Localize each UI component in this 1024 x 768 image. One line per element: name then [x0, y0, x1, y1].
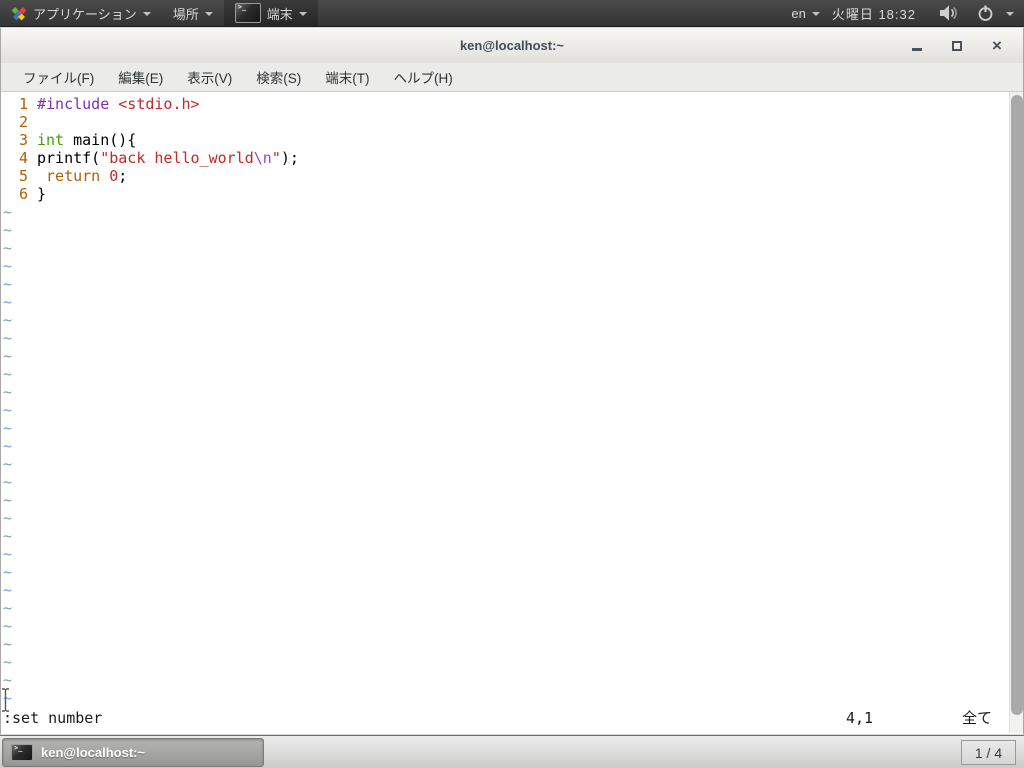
app-menu-terminal[interactable]: 端末: [224, 0, 318, 26]
titlebar[interactable]: ken@localhost:~ ×: [1, 28, 1023, 63]
line-number: 3: [1, 131, 28, 149]
line-number: 5: [1, 167, 28, 185]
terminal-icon: [11, 744, 33, 761]
menu-terminal[interactable]: 端末(T): [313, 62, 381, 92]
chevron-down-icon: [143, 12, 151, 16]
empty-line-tilde: ~: [1, 437, 1009, 455]
clock[interactable]: 火曜日 18:32: [832, 4, 916, 23]
desktop: アプリケーション 場所 端末 en 火曜日 18:32: [0, 0, 1024, 768]
empty-line-tilde: ~: [1, 275, 1009, 293]
vim-command-line: :set number: [3, 709, 102, 727]
vim-ruler-position: 4,1: [846, 709, 873, 727]
window-title: ken@localhost:~: [460, 38, 564, 53]
code-line: 3int main(){: [1, 131, 1009, 149]
close-button[interactable]: ×: [977, 33, 1017, 59]
app-menu-label: 端末: [267, 4, 293, 23]
empty-line-tilde: ~: [1, 599, 1009, 617]
chevron-down-icon: [299, 12, 307, 16]
minimize-icon: [912, 48, 922, 51]
applications-label: アプリケーション: [33, 4, 137, 23]
line-number: 6: [1, 185, 28, 203]
code-line: 1#include <stdio.h>: [1, 95, 1009, 113]
empty-line-tilde: ~: [1, 491, 1009, 509]
empty-line-tilde: ~: [1, 545, 1009, 563]
taskbar-window-button[interactable]: ken@localhost:~: [2, 738, 264, 767]
empty-line-tilde: ~: [1, 311, 1009, 329]
mouse-cursor-ibeam: [1, 688, 10, 712]
empty-line-tilde: ~: [1, 473, 1009, 491]
line-number: 4: [1, 149, 28, 167]
close-icon: ×: [992, 37, 1002, 54]
vim-buffer: 1#include <stdio.h>23int main(){4printf(…: [1, 95, 1009, 707]
places-label: 場所: [173, 4, 199, 23]
empty-line-tilde: ~: [1, 581, 1009, 599]
empty-line-tilde: ~: [1, 563, 1009, 581]
empty-line-tilde: ~: [1, 455, 1009, 473]
line-number: 2: [1, 113, 28, 131]
maximize-icon: [952, 41, 962, 51]
workspace-indicator-label: 1 / 4: [975, 745, 1002, 761]
vim-statusline: :set number 4,1 全て: [1, 709, 1009, 727]
taskbar: ken@localhost:~ 1 / 4: [0, 735, 1024, 768]
empty-line-tilde: ~: [1, 257, 1009, 275]
empty-line-tilde: ~: [1, 347, 1009, 365]
taskbar-window-label: ken@localhost:~: [41, 745, 145, 760]
minimize-button[interactable]: [897, 33, 937, 59]
empty-line-tilde: ~: [1, 203, 1009, 221]
chevron-down-icon: [205, 12, 213, 16]
empty-line-tilde: ~: [1, 635, 1009, 653]
menu-view[interactable]: 表示(V): [175, 62, 244, 92]
code-line: 6}: [1, 185, 1009, 203]
menu-edit[interactable]: 編集(E): [106, 62, 175, 92]
chevron-down-icon[interactable]: [1006, 12, 1014, 16]
line-number: 1: [1, 95, 28, 113]
vim-ruler-scroll: 全て: [962, 709, 992, 727]
code-line: 2: [1, 113, 1009, 131]
empty-line-tilde: ~: [1, 653, 1009, 671]
scrollbar-thumb[interactable]: [1011, 95, 1023, 715]
scrollbar[interactable]: [1009, 92, 1023, 733]
volume-icon[interactable]: [940, 5, 959, 21]
places-menu[interactable]: 場所: [162, 0, 224, 26]
empty-line-tilde: ~: [1, 617, 1009, 635]
menubar: ファイル(F) 編集(E) 表示(V) 検索(S) 端末(T) ヘルプ(H): [1, 63, 1023, 92]
empty-line-tilde: ~: [1, 293, 1009, 311]
empty-line-tilde: ~: [1, 671, 1009, 689]
menu-help[interactable]: ヘルプ(H): [382, 62, 465, 92]
terminal-icon: [235, 3, 261, 23]
chevron-down-icon: [812, 12, 820, 16]
maximize-button[interactable]: [937, 33, 977, 59]
empty-line-tilde: ~: [1, 689, 1009, 707]
top-panel: アプリケーション 場所 端末 en 火曜日 18:32: [0, 0, 1024, 27]
empty-line-tilde: ~: [1, 509, 1009, 527]
applications-icon: [11, 5, 27, 21]
empty-line-tilde: ~: [1, 527, 1009, 545]
menu-file[interactable]: ファイル(F): [11, 62, 106, 92]
empty-line-tilde: ~: [1, 401, 1009, 419]
empty-line-tilde: ~: [1, 329, 1009, 347]
empty-line-tilde: ~: [1, 383, 1009, 401]
empty-line-tilde: ~: [1, 365, 1009, 383]
empty-line-tilde: ~: [1, 221, 1009, 239]
workspace-switcher[interactable]: 1 / 4: [961, 740, 1016, 765]
vim-editor-area[interactable]: 1#include <stdio.h>23int main(){4printf(…: [1, 92, 1023, 733]
keyboard-layout-label: en: [791, 6, 805, 21]
empty-line-tilde: ~: [1, 419, 1009, 437]
menu-search[interactable]: 検索(S): [244, 62, 313, 92]
power-icon[interactable]: [977, 5, 994, 22]
applications-menu[interactable]: アプリケーション: [0, 0, 162, 26]
empty-line-tilde: ~: [1, 239, 1009, 257]
terminal-window: ken@localhost:~ × ファイル(F) 編集(E) 表示(V) 検索…: [0, 28, 1024, 734]
code-line: 4printf("back hello_world\n");: [1, 149, 1009, 167]
keyboard-layout-indicator[interactable]: en: [787, 0, 823, 26]
code-line: 5 return 0;: [1, 167, 1009, 185]
